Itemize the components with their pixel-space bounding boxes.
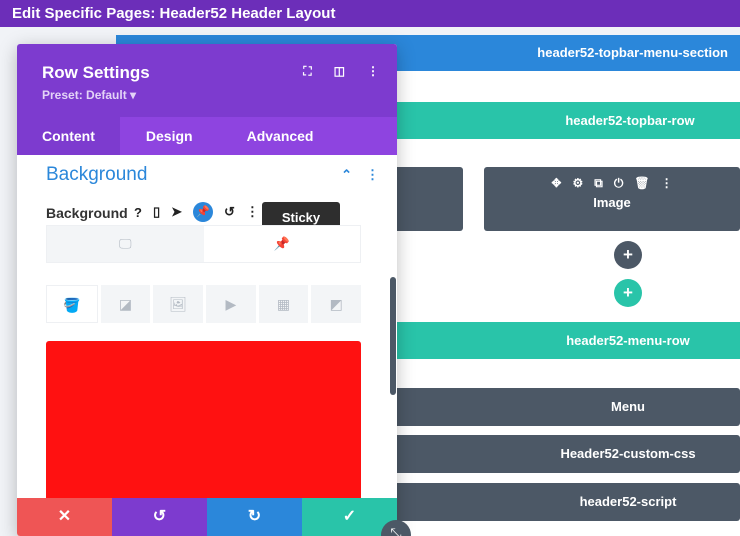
- more-icon[interactable]: ⋮: [246, 204, 259, 220]
- sticky-pin-icon[interactable]: 📌: [193, 202, 214, 222]
- reset-icon[interactable]: ↺: [224, 204, 235, 220]
- responsive-icon[interactable]: ▯: [153, 204, 160, 220]
- modal-header-actions: ⛶ ◫ ⋮: [303, 64, 379, 79]
- bg-mask-tab[interactable]: ◩: [311, 285, 362, 323]
- menu-row-label: header52-menu-row: [566, 333, 690, 348]
- gradient-icon: ◪: [118, 296, 133, 312]
- move-icon[interactable]: ✥: [551, 175, 561, 191]
- modal-body: Background ⌃ ⋮ Background ? ▯ ➤ 📌 ↺ ⋮ St…: [17, 155, 397, 498]
- add-row-button[interactable]: +: [614, 279, 642, 307]
- undo-button[interactable]: ↺: [112, 498, 207, 536]
- settings-tabs: Content Design Advanced: [17, 117, 397, 155]
- video-icon: ▶: [225, 296, 237, 312]
- modal-scrollbar[interactable]: [390, 277, 396, 395]
- more-icon[interactable]: ⋮: [366, 167, 379, 183]
- state-tabs: 🖵 📌: [46, 225, 361, 263]
- duplicate-icon[interactable]: ⧉: [594, 175, 603, 191]
- preset-dropdown[interactable]: Preset: Default ▾: [42, 88, 136, 102]
- image-icon: 🖼: [169, 296, 188, 312]
- desktop-icon: 🖵: [118, 236, 132, 251]
- help-icon[interactable]: ?: [134, 205, 142, 220]
- modal-title: Row Settings: [42, 63, 150, 82]
- bg-image-tab[interactable]: 🖼: [153, 285, 204, 323]
- background-field-label: Background: [46, 205, 128, 221]
- module-toolbar: ✥ ⚙ ⧉ ⏻ 🗑 ⋮: [484, 175, 740, 191]
- redo-button[interactable]: ↻: [207, 498, 302, 536]
- gear-icon[interactable]: ⚙: [572, 175, 583, 191]
- menu-module-label: Menu: [611, 399, 645, 414]
- power-icon[interactable]: ⏻: [614, 175, 624, 191]
- more-icon[interactable]: ⋮: [367, 64, 379, 79]
- paint-bucket-icon: 🪣: [63, 297, 81, 313]
- mask-icon: ◩: [329, 296, 343, 312]
- modal-header: Row Settings Preset: Default ▾ ⛶ ◫ ⋮: [17, 44, 397, 117]
- page-title: Edit Specific Pages: Header52 Header Lay…: [0, 0, 740, 27]
- pin-icon: 📌: [273, 236, 290, 251]
- desktop-state-tab[interactable]: 🖵: [47, 226, 204, 262]
- image-module[interactable]: ✥ ⚙ ⧉ ⏻ 🗑 ⋮ Image: [484, 167, 740, 231]
- more-icon[interactable]: ⋮: [661, 175, 673, 191]
- tab-content[interactable]: Content: [17, 117, 120, 155]
- color-preview[interactable]: [46, 341, 361, 498]
- field-options: ? ▯ ➤ 📌 ↺ ⋮: [134, 202, 259, 222]
- expand-icon[interactable]: ⛶: [303, 64, 311, 79]
- bg-color-tab[interactable]: 🪣: [46, 285, 98, 323]
- tab-design[interactable]: Design: [120, 117, 222, 155]
- tab-advanced[interactable]: Advanced: [222, 117, 339, 155]
- row-settings-modal: Row Settings Preset: Default ▾ ⛶ ◫ ⋮ Con…: [17, 44, 397, 536]
- bg-pattern-tab[interactable]: ▦: [258, 285, 309, 323]
- bg-gradient-tab[interactable]: ◪: [100, 285, 151, 323]
- custom-css-module-label: Header52-custom-css: [560, 446, 696, 461]
- script-module-label: header52-script: [579, 494, 677, 509]
- sticky-state-tab[interactable]: 📌: [203, 226, 360, 262]
- trash-icon[interactable]: 🗑: [634, 175, 649, 191]
- pattern-icon: ▦: [276, 296, 291, 312]
- section-label: header52-topbar-menu-section: [537, 45, 728, 60]
- bg-video-tab[interactable]: ▶: [206, 285, 256, 323]
- image-module-label: Image: [593, 195, 631, 210]
- modal-footer: ✕ ↺ ↻ ✓: [17, 498, 397, 536]
- chevron-up-icon[interactable]: ⌃: [341, 167, 352, 183]
- cancel-button[interactable]: ✕: [17, 498, 112, 536]
- group-controls: ⌃ ⋮: [341, 167, 379, 183]
- topbar-row-label: header52-topbar-row: [565, 113, 695, 128]
- split-view-icon[interactable]: ◫: [334, 64, 345, 79]
- background-group-title[interactable]: Background: [46, 164, 147, 186]
- add-module-button[interactable]: +: [614, 241, 642, 269]
- background-type-selector: 🪣 ◪ 🖼 ▶ ▦ ◩: [46, 285, 362, 323]
- hover-icon[interactable]: ➤: [171, 204, 182, 220]
